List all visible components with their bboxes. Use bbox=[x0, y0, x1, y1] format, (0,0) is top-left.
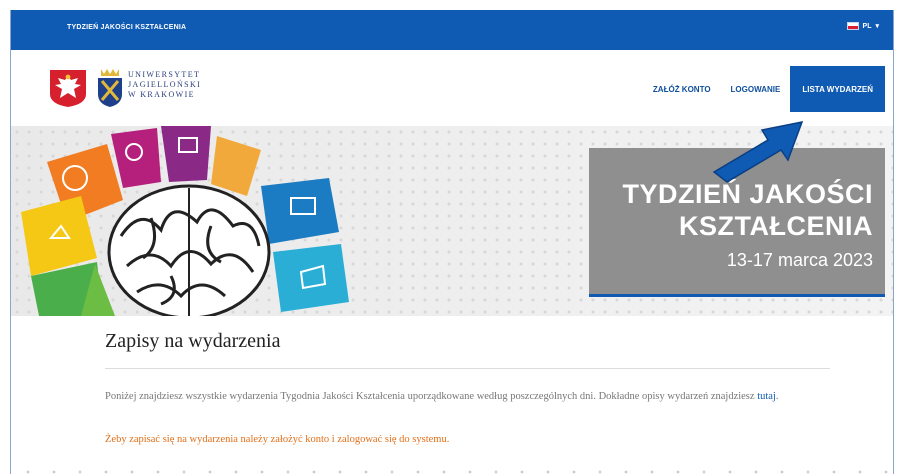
polish-eagle-logo bbox=[50, 70, 86, 107]
language-selector[interactable]: PL ▾ bbox=[846, 22, 879, 30]
browser-frame: TYDZIEŃ JAKOŚCI KSZTAŁCENIA PL ▾ UNIWERS… bbox=[10, 10, 894, 474]
chevron-down-icon: ▾ bbox=[875, 23, 879, 30]
poland-flag-icon bbox=[846, 22, 859, 30]
page-title: Zapisy na wydarzenia bbox=[105, 330, 281, 352]
nav-login[interactable]: LOGOWANIE bbox=[721, 66, 791, 112]
divider bbox=[105, 368, 830, 369]
top-bar: TYDZIEŃ JAKOŚCI KSZTAŁCENIA PL ▾ bbox=[11, 10, 893, 50]
main-nav: ZAŁÓŻ KONTO LOGOWANIE LISTA WYDARZEŃ bbox=[643, 66, 885, 112]
registration-notice: Żeby zapisać się na wydarzenia należy za… bbox=[105, 434, 450, 445]
intro-text: Poniżej znajdziesz wszystkie wydarzenia … bbox=[105, 391, 779, 402]
site-title[interactable]: TYDZIEŃ JAKOŚCI KSZTAŁCENIA bbox=[67, 24, 186, 31]
hero-dates: 13-17 marca 2023 bbox=[726, 250, 873, 270]
nav-register[interactable]: ZAŁÓŻ KONTO bbox=[643, 66, 721, 112]
details-link[interactable]: tutaj bbox=[757, 391, 776, 402]
brain-illustration bbox=[21, 126, 349, 316]
dotted-border bbox=[11, 468, 893, 474]
main-content: Zapisy na wydarzenia Poniżej znajdziesz … bbox=[11, 316, 893, 474]
nav-events-list[interactable]: LISTA WYDARZEŃ bbox=[790, 66, 885, 112]
hero-title: TYDZIEŃ JAKOŚCI KSZTAŁCENIA bbox=[622, 179, 873, 241]
arrow-annotation-icon bbox=[712, 121, 804, 183]
university-name: UNIWERSYTET JAGIELLOŃSKI W KRAKOWIE bbox=[128, 70, 202, 99]
language-code: PL bbox=[862, 22, 872, 30]
uj-crest-logo bbox=[98, 69, 122, 107]
